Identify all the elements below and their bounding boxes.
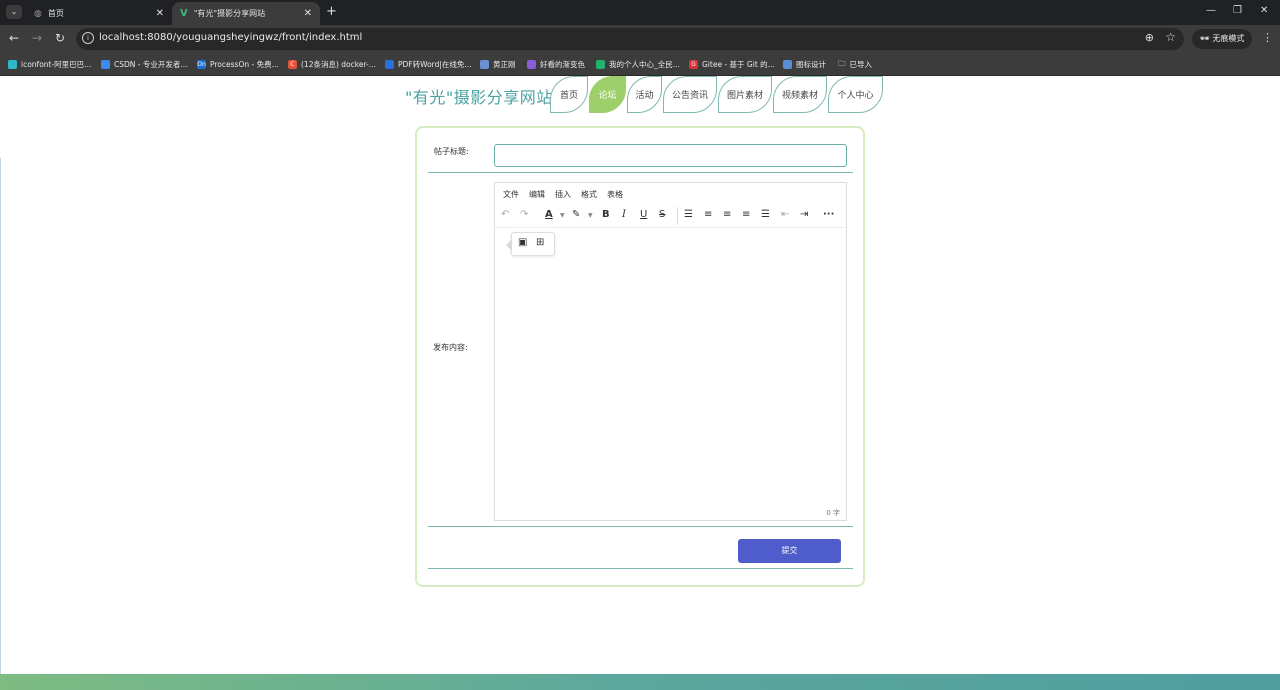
address-toolbar: ← → ↻ i localhost:8080/youguangsheyingwz…: [0, 25, 1280, 53]
browser-tab-forum[interactable]: V "有光"摄影分享网站 ✕: [172, 2, 320, 25]
word-count: 0 字: [826, 509, 840, 517]
kebab-menu-icon[interactable]: ⋮: [1262, 31, 1273, 44]
footer-gradient-bar: [0, 674, 1280, 690]
bookmark-personal-center[interactable]: 我的个人中心_全民...: [596, 57, 680, 71]
editor-menu-format[interactable]: 格式: [581, 189, 597, 200]
restore-icon[interactable]: ❐: [1233, 5, 1242, 16]
undo-icon[interactable]: ↶: [501, 209, 509, 220]
gitee-logo-icon: G: [689, 59, 698, 69]
editor-menu-edit[interactable]: 编辑: [529, 189, 545, 200]
rich-text-editor[interactable]: 文件 编辑 插入 格式 表格 ↶ ↷ A ▼ ✎ ▼ B I U S ☰ ≡ ≡…: [494, 182, 847, 521]
close-tab-icon[interactable]: ✕: [304, 8, 312, 19]
csdn-logo-icon: [101, 59, 110, 69]
site-info-icon[interactable]: i: [82, 32, 94, 44]
align-right-icon[interactable]: ≡: [742, 209, 750, 220]
forward-arrow-icon[interactable]: →: [32, 31, 42, 45]
incognito-label: 无痕模式: [1212, 34, 1245, 43]
browser-tab-strip: ⌄ ◍ 首页 ✕ V "有光"摄影分享网站 ✕ + — ❐ ✕: [0, 0, 1280, 25]
doc-logo-icon: [480, 59, 489, 69]
underline-icon[interactable]: U: [640, 209, 647, 220]
outdent-icon[interactable]: ⇤: [781, 209, 789, 220]
omnibox[interactable]: i localhost:8080/youguangsheyingwz/front…: [76, 28, 1184, 50]
text-color-icon[interactable]: A: [545, 209, 553, 220]
editor-toolbar: ↶ ↷ A ▼ ✎ ▼ B I U S ☰ ≡ ≡ ≡ ☰ ⇤ ⇥ ···: [495, 205, 846, 228]
form-divider: [428, 526, 853, 527]
site-title: "有光"摄影分享网站: [405, 88, 553, 107]
bookmark-pdf-word[interactable]: PDF转Word|在线免...: [385, 57, 472, 71]
vue-logo-icon: V: [180, 8, 188, 19]
tab-title: 首页: [47, 9, 64, 18]
editor-menu-table[interactable]: 表格: [607, 189, 623, 200]
bookmark-star-icon[interactable]: ☆: [1165, 30, 1176, 44]
align-center-icon[interactable]: ≡: [723, 209, 731, 220]
insert-table-icon[interactable]: ⊞: [536, 237, 544, 248]
browser-tab-home[interactable]: ◍ 首页 ✕: [26, 2, 172, 25]
tab-search-button[interactable]: ⌄: [6, 5, 22, 19]
bookmark-huang[interactable]: 黄正刚: [480, 57, 516, 71]
insert-image-icon[interactable]: ▣: [518, 237, 527, 248]
nav-personal-center[interactable]: 个人中心: [828, 76, 883, 113]
incognito-icon: 🕶: [1199, 34, 1210, 43]
back-arrow-icon[interactable]: ←: [9, 31, 19, 45]
bookmark-processon[interactable]: On ProcessOn - 免费...: [197, 57, 279, 71]
gradient-logo-icon: [527, 59, 536, 69]
post-content-label: 发布内容:: [433, 343, 468, 352]
align-justify-icon[interactable]: ☰: [761, 209, 770, 220]
incognito-badge[interactable]: 🕶 无痕模式: [1192, 29, 1252, 49]
editor-menu-insert[interactable]: 插入: [555, 189, 571, 200]
zoom-icon[interactable]: ⊕: [1145, 31, 1154, 44]
align-left-icon[interactable]: ≡: [704, 209, 712, 220]
italic-icon[interactable]: I: [622, 209, 626, 220]
quanmin-logo-icon: [596, 59, 605, 69]
bookmark-iconfont[interactable]: iconfont-阿里巴巴...: [8, 57, 91, 71]
page-edge-line: [0, 158, 1, 674]
nav-forum[interactable]: 论坛: [589, 76, 626, 113]
csdn-c-logo-icon: C: [288, 59, 297, 69]
bookmark-csdn-docker[interactable]: C (12条消息) docker-...: [288, 57, 376, 71]
nav-image-assets[interactable]: 图片素材: [718, 76, 772, 113]
bookmark-gradients[interactable]: 好看的渐变色: [527, 57, 585, 71]
nav-activities[interactable]: 活动: [627, 76, 662, 113]
form-divider: [428, 568, 853, 569]
quick-insert-toolbar: ▣ ⊞: [511, 232, 555, 256]
minimize-icon[interactable]: —: [1206, 5, 1216, 16]
new-tab-plus-icon[interactable]: +: [326, 4, 337, 19]
tab-title: "有光"摄影分享网站: [193, 9, 266, 18]
bookmarks-bar: iconfont-阿里巴巴... CSDN - 专业开发者... On Proce…: [0, 53, 1280, 76]
editor-menubar: 文件 编辑 插入 格式 表格: [495, 183, 846, 205]
bookmark-csdn[interactable]: CSDN - 专业开发者...: [101, 57, 188, 71]
reload-icon[interactable]: ↻: [55, 31, 65, 45]
folder-icon: 🗀: [838, 58, 846, 68]
nav-video-assets[interactable]: 视频素材: [773, 76, 827, 113]
url-text[interactable]: localhost:8080/youguangsheyingwz/front/i…: [99, 32, 362, 43]
bookmark-gitee[interactable]: G Gitee - 基于 Git 的...: [689, 57, 775, 71]
bookmark-imported-folder[interactable]: 🗀 已导入: [838, 57, 872, 71]
globe-icon: ◍: [34, 8, 42, 19]
nav-announcements[interactable]: 公告资讯: [663, 76, 717, 113]
chevron-down-icon[interactable]: ▼: [560, 212, 565, 219]
redo-icon[interactable]: ↷: [520, 209, 528, 220]
close-window-icon[interactable]: ✕: [1260, 5, 1268, 16]
editor-menu-file[interactable]: 文件: [503, 189, 519, 200]
line-height-icon[interactable]: ☰: [684, 209, 693, 220]
highlight-pen-icon[interactable]: ✎: [572, 209, 580, 220]
processon-logo-icon: On: [197, 59, 206, 69]
design-logo-icon: [783, 59, 792, 69]
more-options-icon[interactable]: ···: [823, 209, 834, 220]
bookmark-icon-design[interactable]: 图标设计: [783, 57, 826, 71]
post-title-label: 帖子标题:: [434, 147, 469, 156]
submit-button[interactable]: 提交: [738, 539, 841, 563]
pdf-logo-icon: [385, 59, 394, 69]
nav-home[interactable]: 首页: [550, 76, 588, 113]
post-title-input[interactable]: [494, 144, 847, 167]
toolbar-separator: [677, 207, 678, 225]
bold-icon[interactable]: B: [602, 209, 610, 220]
chevron-down-icon[interactable]: ▼: [588, 212, 593, 219]
strikethrough-icon[interactable]: S: [659, 209, 665, 220]
iconfont-logo-icon: [8, 59, 17, 69]
indent-icon[interactable]: ⇥: [800, 209, 808, 220]
close-tab-icon[interactable]: ✕: [156, 8, 164, 19]
form-divider: [428, 172, 853, 173]
